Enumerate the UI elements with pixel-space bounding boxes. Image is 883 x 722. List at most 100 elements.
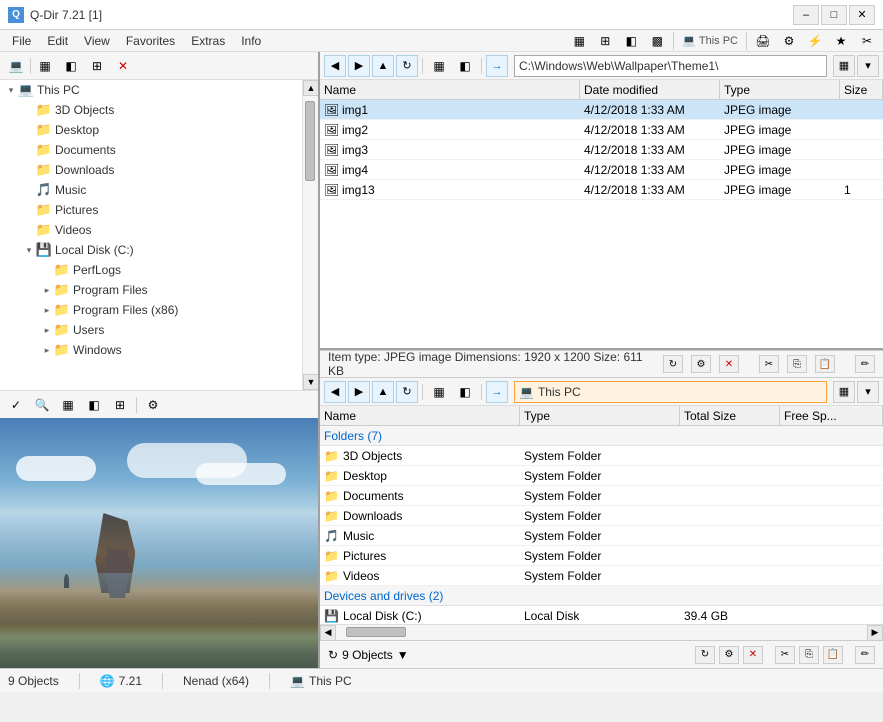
- tree-scrollbar[interactable]: ▲ ▼: [302, 80, 318, 390]
- bottom-bar-edit-btn[interactable]: ✏: [855, 646, 875, 664]
- tree-item-desktop[interactable]: ▸ 📁 Desktop: [0, 120, 302, 140]
- bottom-bar-settings-btn[interactable]: ⚙: [719, 646, 739, 664]
- object-count-dropdown[interactable]: ▼: [397, 648, 409, 662]
- maximize-button[interactable]: □: [821, 5, 847, 25]
- toolbar-btn-4[interactable]: ▩: [645, 30, 669, 52]
- scroll-thumb[interactable]: [305, 101, 315, 181]
- tree-item-programfiles[interactable]: ▸ 📁 Program Files: [0, 280, 302, 300]
- tree-item-documents[interactable]: ▸ 📁 Documents: [0, 140, 302, 160]
- bottom-refresh-button[interactable]: ↻: [396, 381, 418, 403]
- tree-item-localdisk[interactable]: ▾ 💾 Local Disk (C:): [0, 240, 302, 260]
- tree-toolbar-btn-3[interactable]: ◧: [59, 55, 83, 77]
- bcol-header-type[interactable]: Type: [520, 406, 680, 425]
- tree-expand-music[interactable]: ▸: [22, 183, 36, 197]
- info-refresh-btn[interactable]: ↻: [663, 355, 683, 373]
- bottom-hscrollbar[interactable]: ◀ ▶: [320, 624, 883, 640]
- table-row[interactable]: 🖼 img2 4/12/2018 1:33 AM JPEG image: [320, 120, 883, 140]
- menu-extras[interactable]: Extras: [183, 32, 233, 50]
- toolbar-btn-8[interactable]: ★: [829, 30, 853, 52]
- tree-item-music[interactable]: ▸ 🎵 Music: [0, 180, 302, 200]
- tree-bottom-btn-check[interactable]: ✓: [4, 394, 28, 416]
- info-edit-btn[interactable]: ✏: [855, 355, 875, 373]
- views-btn-2[interactable]: ◧: [453, 55, 477, 77]
- toolbar-btn-1[interactable]: ▦: [567, 30, 591, 52]
- list-item[interactable]: 📁 Downloads System Folder: [320, 506, 883, 526]
- tree-expand-localdisk[interactable]: ▾: [22, 243, 36, 257]
- bcol-header-total[interactable]: Total Size: [680, 406, 780, 425]
- tree-expand-thispc[interactable]: ▾: [4, 83, 18, 97]
- col-header-date[interactable]: Date modified: [580, 80, 720, 99]
- bottom-go-button[interactable]: →: [486, 381, 508, 403]
- menu-view[interactable]: View: [76, 32, 118, 50]
- close-button[interactable]: ✕: [849, 5, 875, 25]
- list-item[interactable]: 📁 Documents System Folder: [320, 486, 883, 506]
- list-item[interactable]: 📁 Desktop System Folder: [320, 466, 883, 486]
- hscroll-right[interactable]: ▶: [867, 625, 883, 641]
- tree-bottom-btn-settings[interactable]: ⚙: [141, 394, 165, 416]
- scroll-track[interactable]: [303, 96, 318, 374]
- tree-item-pictures[interactable]: ▸ 📁 Pictures: [0, 200, 302, 220]
- menu-favorites[interactable]: Favorites: [118, 32, 183, 50]
- tree-bottom-btn-4[interactable]: ◧: [82, 394, 106, 416]
- bcol-header-free[interactable]: Free Sp...: [780, 406, 883, 425]
- scroll-down-arrow[interactable]: ▼: [303, 374, 318, 390]
- tree-item-videos[interactable]: ▸ 📁 Videos: [0, 220, 302, 240]
- bottom-view-mode-btn-1[interactable]: ▦: [833, 381, 855, 403]
- address-bar-bottom[interactable]: 💻 This PC: [514, 381, 827, 403]
- tree-item-3dobjects[interactable]: ▸ 📁 3D Objects: [0, 100, 302, 120]
- up-button[interactable]: ▲: [372, 55, 394, 77]
- back-button[interactable]: ◀: [324, 55, 346, 77]
- section-header-devices[interactable]: Devices and drives (2): [320, 586, 883, 606]
- bottom-view-mode-btn-2[interactable]: ▾: [857, 381, 879, 403]
- toolbar-btn-3[interactable]: ◧: [619, 30, 643, 52]
- menu-edit[interactable]: Edit: [39, 32, 76, 50]
- hscroll-thumb[interactable]: [346, 627, 406, 637]
- list-item[interactable]: 📁 Videos System Folder: [320, 566, 883, 586]
- address-bar-top[interactable]: C:\Windows\Web\Wallpaper\Theme1\: [514, 55, 827, 77]
- bcol-header-name[interactable]: Name: [320, 406, 520, 425]
- go-button[interactable]: →: [486, 55, 508, 77]
- bottom-back-button[interactable]: ◀: [324, 381, 346, 403]
- tree-expand-pictures[interactable]: ▸: [22, 203, 36, 217]
- col-header-name[interactable]: Name: [320, 80, 580, 99]
- tree-bottom-btn-5[interactable]: ⊞: [108, 394, 132, 416]
- tree-expand-users[interactable]: ▸: [40, 323, 54, 337]
- table-row[interactable]: 🖼 img4 4/12/2018 1:33 AM JPEG image: [320, 160, 883, 180]
- bottom-up-button[interactable]: ▲: [372, 381, 394, 403]
- bottom-bar-delete-btn[interactable]: ✕: [743, 646, 763, 664]
- tree-close-btn[interactable]: ✕: [111, 55, 135, 77]
- bottom-forward-button[interactable]: ▶: [348, 381, 370, 403]
- tree-expand-perflogs[interactable]: ▸: [40, 263, 54, 277]
- info-copy-btn[interactable]: ⎘: [787, 355, 807, 373]
- views-btn-1[interactable]: ▦: [427, 55, 451, 77]
- menu-info[interactable]: Info: [233, 32, 269, 50]
- toolbar-btn-2[interactable]: ⊞: [593, 30, 617, 52]
- tree-expand-downloads[interactable]: ▸: [22, 163, 36, 177]
- info-delete-btn[interactable]: ✕: [719, 355, 739, 373]
- toolbar-btn-5[interactable]: 🖨: [751, 30, 775, 52]
- forward-button[interactable]: ▶: [348, 55, 370, 77]
- col-header-type[interactable]: Type: [720, 80, 840, 99]
- menu-file[interactable]: File: [4, 32, 39, 50]
- scroll-up-arrow[interactable]: ▲: [303, 80, 318, 96]
- info-cut-btn[interactable]: ✂: [759, 355, 779, 373]
- bottom-views-btn-1[interactable]: ▦: [427, 381, 451, 403]
- toolbar-btn-6[interactable]: ⚙: [777, 30, 801, 52]
- list-item[interactable]: 🎵 Music System Folder: [320, 526, 883, 546]
- view-mode-btn-2[interactable]: ▾: [857, 55, 879, 77]
- refresh-button[interactable]: ↻: [396, 55, 418, 77]
- view-mode-btn-1[interactable]: ▦: [833, 55, 855, 77]
- info-settings-btn[interactable]: ⚙: [691, 355, 711, 373]
- tree-item-windows[interactable]: ▸ 📁 Windows: [0, 340, 302, 360]
- toolbar-btn-9[interactable]: ✂: [855, 30, 879, 52]
- tree-toolbar-btn-1[interactable]: 💻: [4, 55, 28, 77]
- tree-toolbar-btn-4[interactable]: ⊞: [85, 55, 109, 77]
- info-paste-btn[interactable]: 📋: [815, 355, 835, 373]
- tree-item-perflogs[interactable]: ▸ 📁 PerfLogs: [0, 260, 302, 280]
- table-row[interactable]: 🖼 img13 4/12/2018 1:33 AM JPEG image 1: [320, 180, 883, 200]
- tree-expand-programfiles[interactable]: ▸: [40, 283, 54, 297]
- bottom-bar-copy-btn[interactable]: ⎘: [799, 646, 819, 664]
- table-row[interactable]: 🖼 img3 4/12/2018 1:33 AM JPEG image: [320, 140, 883, 160]
- bottom-bar-cut-btn[interactable]: ✂: [775, 646, 795, 664]
- tree-item-thispc[interactable]: ▾ 💻 This PC: [0, 80, 302, 100]
